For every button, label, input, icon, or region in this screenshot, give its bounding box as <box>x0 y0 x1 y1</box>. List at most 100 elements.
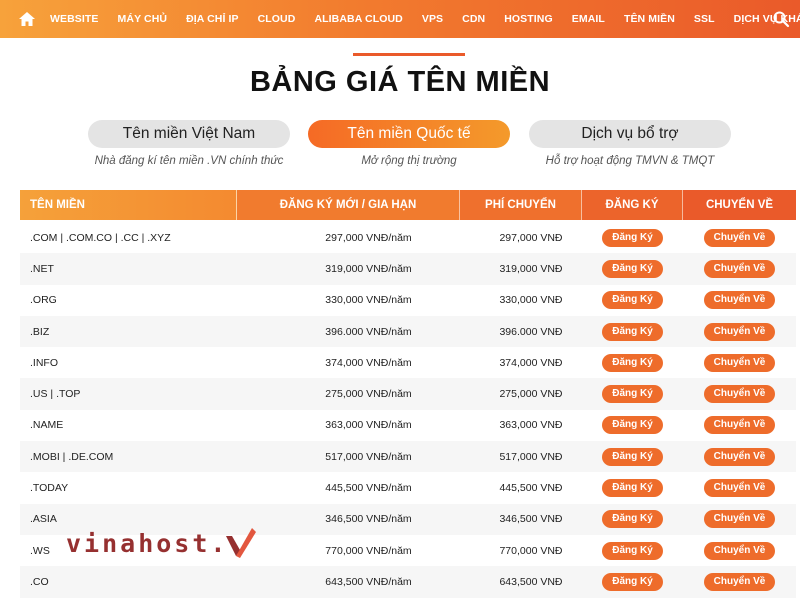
table-row: .COM | .COM.CO | .CC | .XYZ 297,000 VNĐ/… <box>20 222 796 254</box>
top-nav: WEBSITE MÁY CHỦ ĐỊA CHỈ IP CLOUD ALIBABA… <box>0 0 800 38</box>
page-title: BẢNG GIÁ TÊN MIỀN <box>249 66 551 98</box>
tab-international-domain[interactable]: Tên miền Quốc tế <box>308 120 510 148</box>
transfer-button[interactable]: Chuyển Về <box>703 510 776 529</box>
transfer-fee: 275,000 VNĐ <box>499 388 563 401</box>
register-button[interactable]: Đăng Ký <box>602 416 663 435</box>
domain-name: .ORG <box>30 294 57 307</box>
register-button[interactable]: Đăng Ký <box>602 385 663 404</box>
transfer-button[interactable]: Chuyển Về <box>703 291 776 310</box>
register-price: 396.000 VNĐ/năm <box>325 325 412 338</box>
transfer-fee: 396.000 VNĐ <box>499 325 563 338</box>
nav-item-domain[interactable]: TÊN MIỀN <box>624 13 675 25</box>
nav-item-ssl[interactable]: SSL <box>694 13 715 25</box>
nav-item-ip[interactable]: ĐỊA CHỈ IP <box>186 13 239 25</box>
nav-item-cdn[interactable]: CDN <box>462 13 485 25</box>
table-row: .US | .TOP 275,000 VNĐ/năm 275,000 VNĐ Đ… <box>20 378 796 410</box>
domain-name: .ASIA <box>30 513 57 526</box>
register-price: 330,000 VNĐ/năm <box>325 294 412 307</box>
register-price: 319,000 VNĐ/năm <box>325 262 412 275</box>
register-button[interactable]: Đăng Ký <box>602 259 663 278</box>
table-row: .INFO 374,000 VNĐ/năm 374,000 VNĐ Đăng K… <box>20 347 796 379</box>
domain-name: .TODAY <box>30 482 69 495</box>
transfer-button[interactable]: Chuyển Về <box>703 416 776 435</box>
register-button[interactable]: Đăng Ký <box>602 228 663 247</box>
transfer-fee: 517,000 VNĐ <box>499 450 563 463</box>
vinahost-logo-mark-icon <box>222 524 258 560</box>
transfer-button[interactable]: Chuyển Về <box>703 259 776 278</box>
register-price: 445,500 VNĐ/năm <box>325 482 412 495</box>
search-icon[interactable] <box>772 10 790 28</box>
header-domain: TÊN MIỀN <box>20 190 237 220</box>
register-button[interactable]: Đăng Ký <box>602 541 663 560</box>
domain-name: .CO <box>30 575 49 588</box>
transfer-button[interactable]: Chuyển Về <box>703 479 776 498</box>
price-table-header: TÊN MIỀN ĐĂNG KÝ MỚI / GIA HẠN PHÍ CHUYỂ… <box>20 190 796 220</box>
table-row: .NAME 363,000 VNĐ/năm 363,000 VNĐ Đăng K… <box>20 409 796 442</box>
transfer-fee: 330,000 VNĐ <box>499 294 563 307</box>
table-row: .CO 643,500 VNĐ/năm 643,500 VNĐ Đăng Ký … <box>20 566 796 598</box>
table-row: .ORG 330,000 VNĐ/năm 330,000 VNĐ Đăng Ký… <box>20 284 796 316</box>
nav-item-email[interactable]: EMAIL <box>572 13 605 25</box>
transfer-fee: 770,000 VNĐ <box>499 544 563 557</box>
nav-item-other-services[interactable]: DỊCH VỤ KHÁC <box>734 13 800 25</box>
transfer-fee: 319,000 VNĐ <box>499 262 563 275</box>
transfer-button[interactable]: Chuyển Về <box>703 541 776 560</box>
tab-support-services-subtitle: Hỗ trợ hoạt động TMVN & TMQT <box>545 155 715 167</box>
register-price: 517,000 VNĐ/năm <box>325 450 412 463</box>
transfer-fee: 445,500 VNĐ <box>499 482 563 495</box>
nav-item-server[interactable]: MÁY CHỦ <box>118 13 168 25</box>
domain-name: .COM | .COM.CO | .CC | .XYZ <box>30 231 171 244</box>
register-price: 643,500 VNĐ/năm <box>325 575 412 588</box>
register-button[interactable]: Đăng Ký <box>602 353 663 372</box>
transfer-button[interactable]: Chuyển Về <box>703 322 776 341</box>
table-row: .BIZ 396.000 VNĐ/năm 396.000 VNĐ Đăng Ký… <box>20 315 796 348</box>
tab-international-domain-subtitle: Mở rộng thị trường <box>361 155 457 167</box>
title-accent-bar <box>353 53 465 56</box>
transfer-fee: 374,000 VNĐ <box>499 356 563 369</box>
domain-name: .NET <box>30 262 54 275</box>
transfer-fee: 643,500 VNĐ <box>499 575 563 588</box>
vinahost-watermark: vinahost. <box>66 529 229 558</box>
domain-name: .NAME <box>30 419 64 432</box>
transfer-button[interactable]: Chuyển Về <box>703 572 776 591</box>
transfer-fee: 297,000 VNĐ <box>499 231 563 244</box>
nav-item-cloud[interactable]: CLOUD <box>258 13 296 25</box>
register-button[interactable]: Đăng Ký <box>602 447 663 466</box>
transfer-button[interactable]: Chuyển Về <box>703 385 776 404</box>
table-row: .TODAY 445,500 VNĐ/năm 445,500 VNĐ Đăng … <box>20 472 796 504</box>
nav-item-website[interactable]: WEBSITE <box>50 13 99 25</box>
register-price: 374,000 VNĐ/năm <box>325 356 412 369</box>
home-icon[interactable] <box>18 8 36 30</box>
register-price: 363,000 VNĐ/năm <box>325 419 412 432</box>
register-button[interactable]: Đăng Ký <box>602 322 663 341</box>
register-price: 346,500 VNĐ/năm <box>325 513 412 526</box>
header-transfer: CHUYỂN VỀ <box>683 190 796 220</box>
nav-item-hosting[interactable]: HOSTING <box>504 13 553 25</box>
nav-item-alibaba-cloud[interactable]: ALIBABA CLOUD <box>314 13 402 25</box>
domain-name: .BIZ <box>30 325 50 338</box>
register-price: 275,000 VNĐ/năm <box>325 388 412 401</box>
transfer-button[interactable]: Chuyển Về <box>703 353 776 372</box>
transfer-button[interactable]: Chuyển Về <box>703 447 776 466</box>
nav-item-vps[interactable]: VPS <box>422 13 443 25</box>
domain-name: .INFO <box>30 356 58 369</box>
header-register-renew: ĐĂNG KÝ MỚI / GIA HẠN <box>237 190 460 220</box>
transfer-fee: 346,500 VNĐ <box>499 513 563 526</box>
tab-vietnam-domain-subtitle: Nhà đăng kí tên miền .VN chính thức <box>94 155 284 167</box>
transfer-fee: 363,000 VNĐ <box>499 419 563 432</box>
tab-support-services[interactable]: Dịch vụ bổ trợ <box>529 120 731 148</box>
tab-vietnam-domain[interactable]: Tên miền Việt Nam <box>88 120 290 148</box>
header-transfer-fee: PHÍ CHUYỂN <box>460 190 582 220</box>
domain-name: .US | .TOP <box>30 388 81 401</box>
register-button[interactable]: Đăng Ký <box>602 510 663 529</box>
register-price: 770,000 VNĐ/năm <box>325 544 412 557</box>
register-button[interactable]: Đăng Ký <box>602 291 663 310</box>
table-row: .NET 319,000 VNĐ/năm 319,000 VNĐ Đăng Ký… <box>20 253 796 285</box>
header-register: ĐĂNG KÝ <box>582 190 683 220</box>
transfer-button[interactable]: Chuyển Về <box>703 228 776 247</box>
table-row: .MOBI | .DE.COM 517,000 VNĐ/năm 517,000 … <box>20 441 796 473</box>
register-price: 297,000 VNĐ/năm <box>325 231 412 244</box>
register-button[interactable]: Đăng Ký <box>602 572 663 591</box>
domain-name: .MOBI | .DE.COM <box>30 450 114 463</box>
register-button[interactable]: Đăng Ký <box>602 479 663 498</box>
